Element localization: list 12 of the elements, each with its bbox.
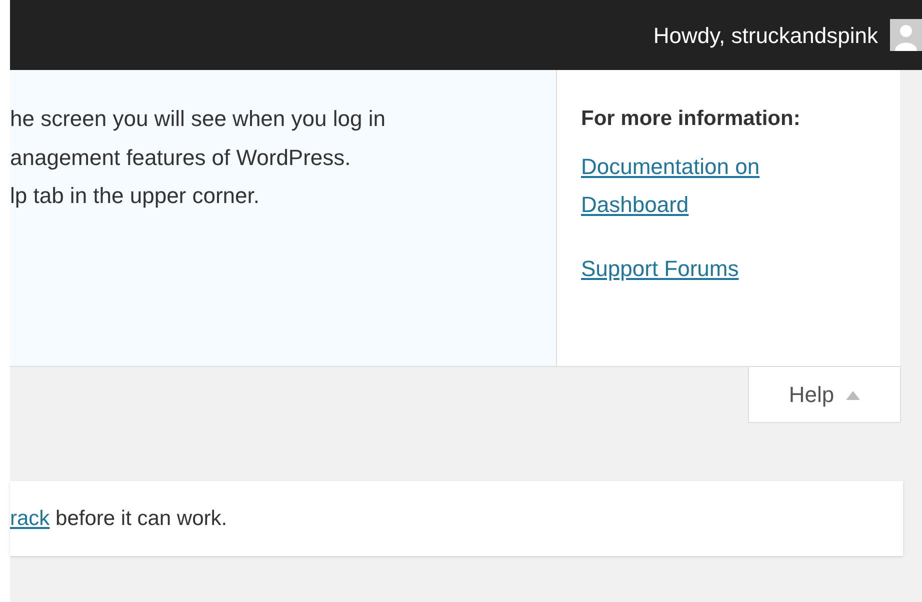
notice-text: rack before it can work. xyxy=(10,506,228,532)
help-link[interactable]: Support Forums xyxy=(581,250,831,288)
avatar-icon[interactable] xyxy=(890,19,922,51)
help-link[interactable]: Documentation on Dashboard xyxy=(581,148,831,224)
help-text-line: anagement features of WordPress. xyxy=(10,144,352,172)
sidebar-heading: For more information: xyxy=(581,106,802,132)
help-text-line: he screen you will see when you log in xyxy=(10,105,386,133)
help-tab[interactable]: Help xyxy=(748,367,901,423)
help-text-line: lp tab in the upper corner. xyxy=(10,182,260,210)
caret-icon xyxy=(846,390,860,400)
user-greeting[interactable]: Howdy, struckandspink xyxy=(653,18,878,52)
notice-link[interactable]: rack xyxy=(10,506,50,530)
